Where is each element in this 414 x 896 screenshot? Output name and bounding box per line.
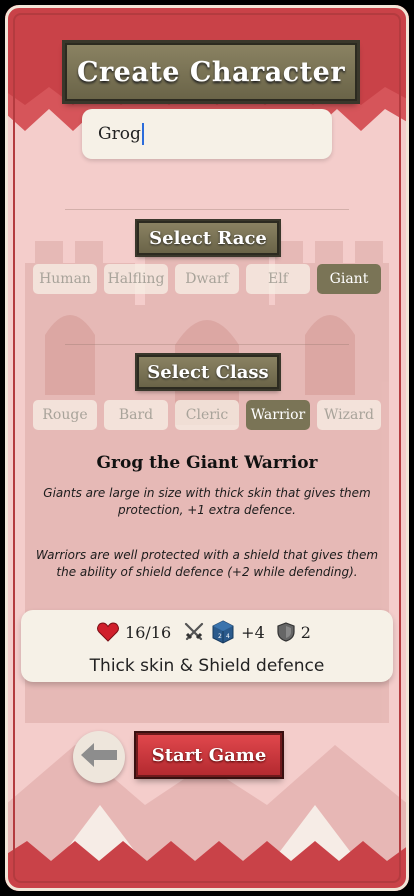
race-option-halfling[interactable]: Halfling [104,264,168,294]
page-title-banner: Create Character [65,43,357,101]
class-option-cleric[interactable]: Cleric [175,400,239,430]
game-screen: Create Character Grog Select Race Human … [5,5,409,891]
divider [65,344,349,345]
class-option-warrior[interactable]: Warrior [246,400,310,430]
text-cursor [141,123,144,145]
character-name-value: Grog [98,124,141,144]
race-option-dwarf[interactable]: Dwarf [175,264,239,294]
health-value: 16/16 [125,622,172,642]
class-option-wizard[interactable]: Wizard [317,400,381,430]
class-selector: Rouge Bard Cleric Warrior Wizard [33,400,381,432]
defence-value: 2 [300,622,311,642]
heart-icon [97,622,119,642]
divider [65,209,349,210]
select-race-title: Select Race [149,227,267,249]
page-title: Create Character [76,56,346,88]
character-summary-heading: Grog the Giant Warrior [96,453,318,473]
stats-panel: 16/16 24 +4 2 Thick skin & Shield defenc… [21,610,393,682]
dice-icon: 24 [211,620,235,644]
character-name-input[interactable]: Grog [82,109,332,159]
select-class-title: Select Class [147,361,269,383]
class-option-rouge[interactable]: Rouge [33,400,97,430]
class-option-bard[interactable]: Bard [104,400,168,430]
race-description: Giants are large in size with thick skin… [43,486,371,517]
attack-value: +4 [241,622,265,642]
abilities-text: Thick skin & Shield defence [89,656,325,676]
crossed-swords-icon [183,621,205,643]
back-button[interactable] [73,731,125,783]
class-description: Warriors are well protected with a shiel… [35,548,379,579]
start-game-label: Start Game [151,744,267,766]
svg-text:2: 2 [218,633,222,640]
start-game-button[interactable]: Start Game [136,733,282,777]
race-option-elf[interactable]: Elf [246,264,310,294]
shield-icon [277,622,295,642]
svg-text:4: 4 [226,633,230,640]
race-selector: Human Halfling Dwarf Elf Giant [33,264,381,296]
race-option-human[interactable]: Human [33,264,97,294]
arrow-left-icon [80,742,118,772]
select-race-banner: Select Race [137,221,279,255]
select-class-banner: Select Class [137,355,279,389]
race-option-giant[interactable]: Giant [317,264,381,294]
